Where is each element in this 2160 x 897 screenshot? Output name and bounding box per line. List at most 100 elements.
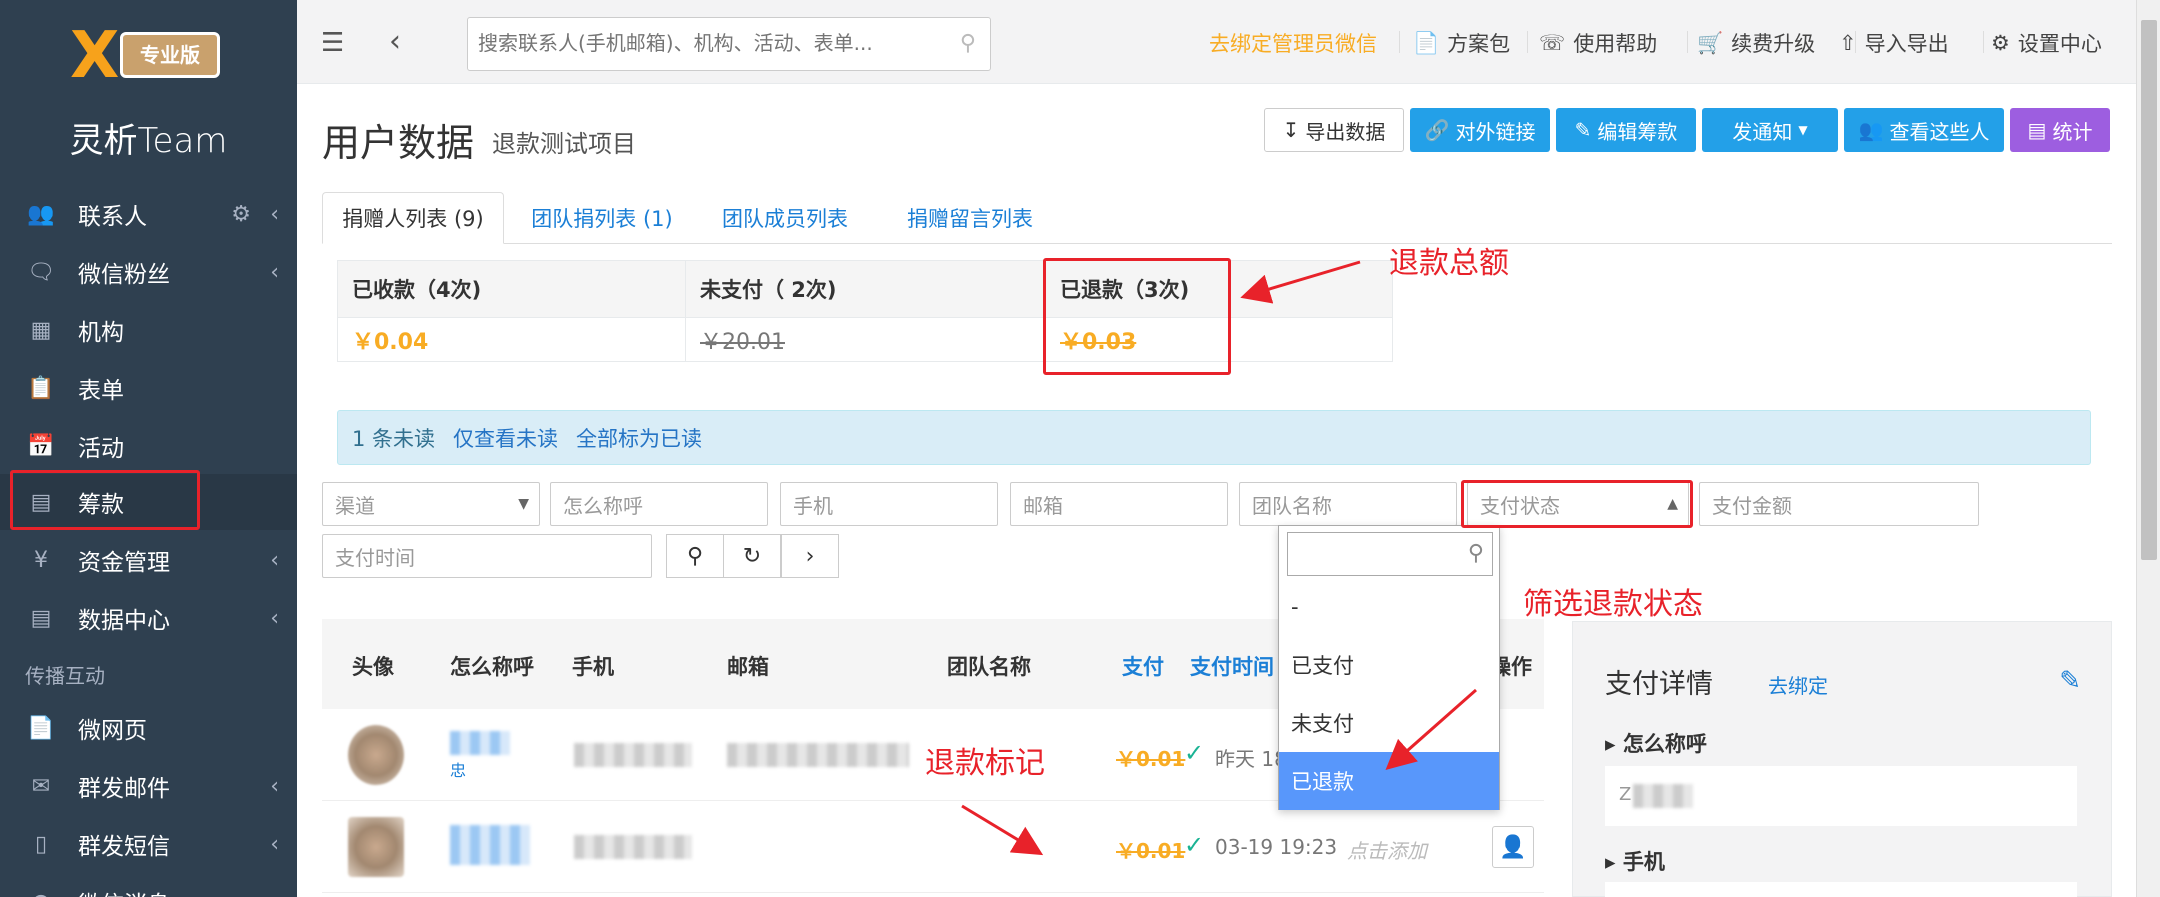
name-redacted xyxy=(450,731,510,755)
tab-donation-messages[interactable]: 捐赠留言列表 xyxy=(878,192,1062,244)
scroll-thumb[interactable] xyxy=(2141,20,2157,560)
hamburger-icon[interactable]: ☰ xyxy=(321,28,344,58)
panel-title: 支付详情 xyxy=(1605,669,1713,700)
add-contact-button[interactable]: 👤 xyxy=(1492,826,1534,868)
brand-name: 灵析Team xyxy=(69,121,228,161)
search-input[interactable] xyxy=(468,18,928,68)
annotation-refund-mark: 退款标记 xyxy=(925,746,1045,781)
calendar-icon: 📅 xyxy=(27,433,55,459)
option-none[interactable]: - xyxy=(1279,578,1499,636)
dropdown-search-input[interactable]: ⚲ xyxy=(1287,532,1493,576)
sidebar-item-data-center[interactable]: ▤ 数据中心 ‹ xyxy=(0,590,297,646)
page-scrollbar[interactable] xyxy=(2136,0,2160,897)
contacts-icon: 👥 xyxy=(27,201,55,227)
sidebar-item-mass-sms[interactable]: ▯ 群发短信 ‹ xyxy=(0,816,297,872)
col-name[interactable]: 怎么称呼 xyxy=(450,651,534,681)
sidebar-item-events[interactable]: 📅 活动 xyxy=(0,418,297,474)
channel-placeholder: 渠道 xyxy=(335,493,375,518)
sidebar-item-label: 数据中心 xyxy=(78,608,170,634)
option-refunded[interactable]: 已退款 xyxy=(1279,752,1499,810)
upgrade-link[interactable]: 🛒 续费升级 xyxy=(1697,28,1815,58)
sidebar-item-wechat-fans[interactable]: 🗨 微信粉丝 ‹ xyxy=(0,244,297,300)
sidebar-item-wechat-msg[interactable]: ● 微信消息 xyxy=(0,874,297,897)
app-logo[interactable]: X 专业版 xyxy=(70,19,230,93)
col-pay[interactable]: 支付 xyxy=(1122,651,1164,681)
notify-dropdown-button[interactable]: 发通知 ▼ xyxy=(1702,108,1838,152)
link-icon: 🔗 xyxy=(1424,118,1450,142)
logo-x-mark: X xyxy=(70,19,120,93)
mark-all-read-link[interactable]: 全部标为已读 xyxy=(576,423,702,453)
gear-icon: ⚙ xyxy=(1991,31,2010,55)
settings-link[interactable]: ⚙ 设置中心 xyxy=(1991,28,2102,58)
value-redacted xyxy=(1633,784,1693,808)
external-link-button[interactable]: 🔗 对外链接 xyxy=(1410,108,1550,152)
sidebar-item-contacts[interactable]: 👥 联系人 ⚙ ‹ xyxy=(0,186,297,242)
option-paid[interactable]: 已支付 xyxy=(1279,636,1499,694)
annotation-box-pay-status xyxy=(1461,480,1693,528)
col-phone[interactable]: 手机 xyxy=(572,651,614,681)
tab-donors[interactable]: 捐赠人列表 (9) xyxy=(322,192,504,244)
channel-select[interactable]: 渠道 ▼ xyxy=(322,482,540,526)
plan-pack-link[interactable]: 📄 方案包 xyxy=(1413,28,1510,58)
col-team[interactable]: 团队名称 xyxy=(947,651,1031,681)
settings-label: 设置中心 xyxy=(2017,32,2102,56)
pay-amount-filter-input[interactable]: 支付金额 xyxy=(1699,482,1979,526)
phone-redacted xyxy=(574,743,692,767)
help-link[interactable]: ☏ 使用帮助 xyxy=(1539,28,1657,58)
pay-time-filter-input[interactable]: 支付时间 xyxy=(322,534,652,578)
sidebar-item-label: 微信消息 xyxy=(78,885,170,897)
tab-team-members[interactable]: 团队成员列表 xyxy=(700,192,870,244)
mail-icon: ✉ xyxy=(31,773,51,799)
next-button[interactable]: › xyxy=(781,534,839,578)
sidebar-item-micro-page[interactable]: 📄 微网页 xyxy=(0,700,297,756)
topbar: ☰ ‹ ⚲ 去绑定管理员微信 📄 方案包 ☏ 使用帮助 🛒 续费升级 ⇧ 导入导出 ⚙ 设… xyxy=(297,0,2136,84)
sidebar-item-funds[interactable]: ¥ 资金管理 ‹ xyxy=(0,532,297,588)
caret-right-icon: ▸ xyxy=(1605,850,1623,874)
team-filter-input[interactable]: 团队名称 xyxy=(1239,482,1457,526)
sidebar-item-label: 微信粉丝 xyxy=(78,262,170,288)
pay-time: 03-19 19:23 xyxy=(1215,835,1338,859)
pay-amount: ￥0.01 xyxy=(1116,747,1186,771)
add-note-placeholder[interactable]: 点击添加 xyxy=(1347,835,1427,864)
bar-chart-icon: ▤ xyxy=(2027,118,2047,142)
email-filter-input[interactable]: 邮箱 xyxy=(1010,482,1228,526)
paid-check-icon: ✓ xyxy=(1184,739,1205,767)
stats-button[interactable]: ▤ 统计 xyxy=(2010,108,2110,152)
main-content: 用户数据 退款测试项目 ↧ 导出数据 🔗 对外链接 ✎ 编辑筹款 发通知 ▼ 👥 查看这些… xyxy=(297,84,2136,897)
import-export-link[interactable]: ⇧ 导入导出 xyxy=(1839,28,1949,58)
view-people-button[interactable]: 👥 查看这些人 xyxy=(1844,108,2004,152)
sidebar-item-forms[interactable]: 📋 表单 xyxy=(0,360,297,416)
col-pay-time[interactable]: 支付时间 xyxy=(1190,651,1274,681)
field-name-text: 怎么称呼 xyxy=(1622,732,1707,756)
search-button[interactable]: ⚲ xyxy=(666,534,724,578)
col-email[interactable]: 邮箱 xyxy=(727,651,769,681)
bind-link[interactable]: 去绑定 xyxy=(1768,670,1828,699)
edit-fundraise-label: 编辑筹款 xyxy=(1597,119,1678,144)
refresh-button[interactable]: ↻ xyxy=(723,534,781,578)
table-row[interactable]: ￥0.01 ✓ 03-19 19:23 点击添加 👤 xyxy=(322,801,1544,893)
sidebar-item-mass-email[interactable]: ✉ 群发邮件 ‹ xyxy=(0,758,297,814)
back-chevron-icon[interactable]: ‹ xyxy=(389,24,401,59)
field-name-label: ▸ 怎么称呼 xyxy=(1605,728,1707,758)
received-header: 已收款（4次) xyxy=(338,261,686,317)
option-unpaid[interactable]: 未支付 xyxy=(1279,694,1499,752)
only-unread-link[interactable]: 仅查看未读 xyxy=(453,423,558,453)
sidebar-item-label: 群发邮件 xyxy=(78,776,170,802)
export-data-button[interactable]: ↧ 导出数据 xyxy=(1264,108,1404,152)
tab-team-donations[interactable]: 团队捐列表 (1) xyxy=(512,192,692,244)
export-icon: ⇧ xyxy=(1839,31,1857,55)
chevron-right-icon: › xyxy=(805,543,815,569)
gear-icon[interactable]: ⚙ xyxy=(231,202,251,227)
phone-filter-input[interactable]: 手机 xyxy=(780,482,998,526)
upgrade-label: 续费升级 xyxy=(1731,32,1816,56)
message-icon: ● xyxy=(28,889,54,897)
pencil-icon[interactable]: ✎ xyxy=(2059,666,2081,696)
search-icon[interactable]: ⚲ xyxy=(960,31,976,56)
edit-fundraise-button[interactable]: ✎ 编辑筹款 xyxy=(1556,108,1696,152)
search-icon: ⚲ xyxy=(1467,541,1484,566)
name-filter-input[interactable]: 怎么称呼 xyxy=(550,482,768,526)
bind-wechat-link[interactable]: 去绑定管理员微信 xyxy=(1209,28,1377,58)
chevron-left-icon: ‹ xyxy=(270,259,279,285)
yen-icon: ¥ xyxy=(34,547,48,573)
sidebar-item-org[interactable]: ▦ 机构 xyxy=(0,302,297,358)
